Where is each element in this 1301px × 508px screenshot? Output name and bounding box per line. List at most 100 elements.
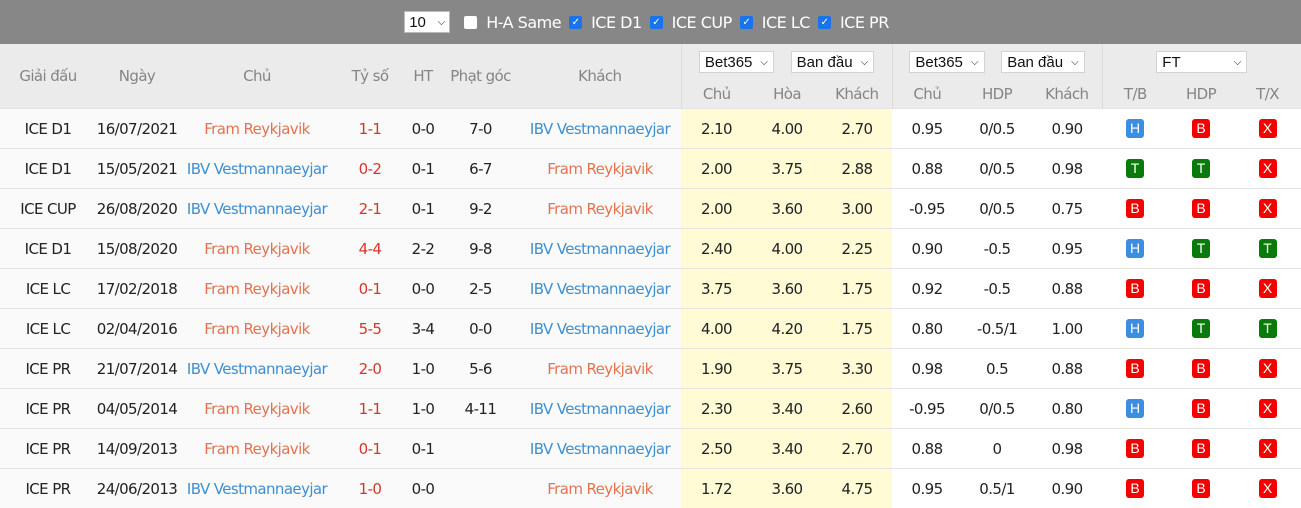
team-link[interactable]: Fram Reykjavik — [204, 120, 310, 138]
team-link[interactable]: IBV Vestmannaeyjar — [187, 360, 327, 378]
odds-away-cell: 2.70 — [822, 429, 892, 469]
halftime-cell: 0-1 — [404, 429, 442, 469]
date-cell: 15/08/2020 — [96, 229, 178, 269]
team-link[interactable]: IBV Vestmannaeyjar — [187, 200, 327, 218]
result-period-value: FT — [1162, 54, 1180, 71]
odds1-type-select[interactable]: Ban đầu⌵ — [791, 51, 874, 73]
team-link[interactable]: IBV Vestmannaeyjar — [530, 120, 670, 138]
result-tx-cell: X — [1234, 469, 1301, 508]
result-tx-cell: X — [1234, 389, 1301, 429]
team-link[interactable]: Fram Reykjavik — [204, 240, 310, 258]
filter-ice-cup-label: ICE CUP — [672, 13, 732, 32]
home-team-cell: IBV Vestmannaeyjar — [178, 149, 336, 189]
odds2-bookmaker-select[interactable]: Bet365⌵ — [909, 51, 984, 73]
table-row[interactable]: ICE D116/07/2021Fram Reykjavik1-10-07-0I… — [0, 109, 1301, 149]
col-odds2-away: Khách — [1032, 80, 1102, 109]
team-link[interactable]: Fram Reykjavik — [204, 400, 310, 418]
result-badge: T — [1259, 319, 1277, 338]
checkbox-ice-lc[interactable]: ✓ — [740, 16, 753, 29]
table-row[interactable]: ICE LC02/04/2016Fram Reykjavik5-53-40-0I… — [0, 309, 1301, 349]
result-badge: H — [1126, 399, 1144, 418]
home-team-cell: Fram Reykjavik — [178, 269, 336, 309]
table-row[interactable]: ICE PR21/07/2014IBV Vestmannaeyjar2-01-0… — [0, 349, 1301, 389]
date-cell: 17/02/2018 — [96, 269, 178, 309]
checkbox-ice-pr[interactable]: ✓ — [818, 16, 831, 29]
checkbox-ha-same[interactable] — [464, 16, 477, 29]
team-link[interactable]: Fram Reykjavik — [547, 200, 653, 218]
hdp-away-cell: 0.90 — [1032, 109, 1102, 149]
col-odds1-away: Khách — [822, 80, 892, 109]
table-row[interactable]: ICE CUP26/08/2020IBV Vestmannaeyjar2-10-… — [0, 189, 1301, 229]
table-row[interactable]: ICE LC17/02/2018Fram Reykjavik0-10-02-5I… — [0, 269, 1301, 309]
league-cell: ICE LC — [0, 309, 96, 349]
date-cell: 21/07/2014 — [96, 349, 178, 389]
checkbox-ice-cup[interactable]: ✓ — [650, 16, 663, 29]
col-corners: Phạt góc — [442, 44, 519, 109]
home-team-cell: Fram Reykjavik — [178, 309, 336, 349]
match-count-value: 10 — [409, 14, 426, 31]
result-badge: B — [1192, 359, 1210, 378]
checkbox-ice-d1[interactable]: ✓ — [569, 16, 582, 29]
odds2-type-select[interactable]: Ban đầu⌵ — [1001, 51, 1084, 73]
table-row[interactable]: ICE D115/05/2021IBV Vestmannaeyjar0-20-1… — [0, 149, 1301, 189]
odds1-bookmaker-select[interactable]: Bet365⌵ — [699, 51, 774, 73]
result-badge: B — [1192, 199, 1210, 218]
halftime-cell: 0-1 — [404, 149, 442, 189]
table-row[interactable]: ICE PR24/06/2013IBV Vestmannaeyjar1-00-0… — [0, 469, 1301, 508]
table-row[interactable]: ICE D115/08/2020Fram Reykjavik4-42-29-8I… — [0, 229, 1301, 269]
result-hdp-cell: B — [1168, 189, 1234, 229]
hdp-line-cell: 0/0.5 — [962, 109, 1032, 149]
result-period-select[interactable]: FT⌵ — [1156, 51, 1247, 73]
hdp-line-cell: 0/0.5 — [962, 389, 1032, 429]
league-cell: ICE PR — [0, 429, 96, 469]
filter-ice-cup[interactable]: ✓ ICE CUP — [650, 13, 732, 32]
team-link[interactable]: IBV Vestmannaeyjar — [530, 240, 670, 258]
league-cell: ICE CUP — [0, 189, 96, 229]
match-count-select[interactable]: 10 ⌵ — [404, 11, 450, 33]
result-hdp-cell: B — [1168, 269, 1234, 309]
corners-cell — [442, 469, 519, 508]
score-value: 4-4 — [359, 240, 382, 258]
filter-ha-same[interactable]: H-A Same — [464, 13, 561, 32]
filter-ice-pr[interactable]: ✓ ICE PR — [818, 13, 889, 32]
hdp-away-cell: 0.90 — [1032, 469, 1102, 508]
hdp-line-cell: 0 — [962, 429, 1032, 469]
odds-away-cell: 2.88 — [822, 149, 892, 189]
team-link[interactable]: IBV Vestmannaeyjar — [530, 320, 670, 338]
team-link[interactable]: Fram Reykjavik — [547, 480, 653, 498]
odds-away-cell: 4.75 — [822, 469, 892, 508]
team-link[interactable]: Fram Reykjavik — [204, 320, 310, 338]
result-tx-cell: X — [1234, 429, 1301, 469]
halftime-cell: 1-0 — [404, 389, 442, 429]
team-link[interactable]: Fram Reykjavik — [204, 440, 310, 458]
team-link[interactable]: IBV Vestmannaeyjar — [530, 440, 670, 458]
date-cell: 14/09/2013 — [96, 429, 178, 469]
filter-ice-pr-label: ICE PR — [840, 13, 889, 32]
table-row[interactable]: ICE PR04/05/2014Fram Reykjavik1-11-04-11… — [0, 389, 1301, 429]
filter-ice-d1[interactable]: ✓ ICE D1 — [569, 13, 642, 32]
team-link[interactable]: Fram Reykjavik — [547, 160, 653, 178]
halftime-cell: 1-0 — [404, 349, 442, 389]
odds-home-cell: 2.00 — [681, 189, 752, 229]
result-tb-cell: H — [1102, 389, 1168, 429]
team-link[interactable]: Fram Reykjavik — [204, 280, 310, 298]
team-link[interactable]: IBV Vestmannaeyjar — [187, 160, 327, 178]
corners-cell: 0-0 — [442, 309, 519, 349]
away-team-cell: Fram Reykjavik — [519, 149, 681, 189]
odds-home-cell: 2.40 — [681, 229, 752, 269]
league-cell: ICE D1 — [0, 149, 96, 189]
filter-ice-lc[interactable]: ✓ ICE LC — [740, 13, 810, 32]
odds-draw-cell: 3.60 — [752, 269, 822, 309]
team-link[interactable]: Fram Reykjavik — [547, 360, 653, 378]
league-cell: ICE D1 — [0, 229, 96, 269]
odds-home-cell: 2.30 — [681, 389, 752, 429]
team-link[interactable]: IBV Vestmannaeyjar — [530, 280, 670, 298]
hdp-home-cell: 0.92 — [892, 269, 962, 309]
team-link[interactable]: IBV Vestmannaeyjar — [187, 480, 327, 498]
table-row[interactable]: ICE PR14/09/2013Fram Reykjavik0-10-1IBV … — [0, 429, 1301, 469]
hdp-away-cell: 0.98 — [1032, 149, 1102, 189]
halftime-cell: 0-1 — [404, 189, 442, 229]
team-link[interactable]: IBV Vestmannaeyjar — [530, 400, 670, 418]
result-badge: B — [1126, 439, 1144, 458]
result-badge: B — [1126, 279, 1144, 298]
